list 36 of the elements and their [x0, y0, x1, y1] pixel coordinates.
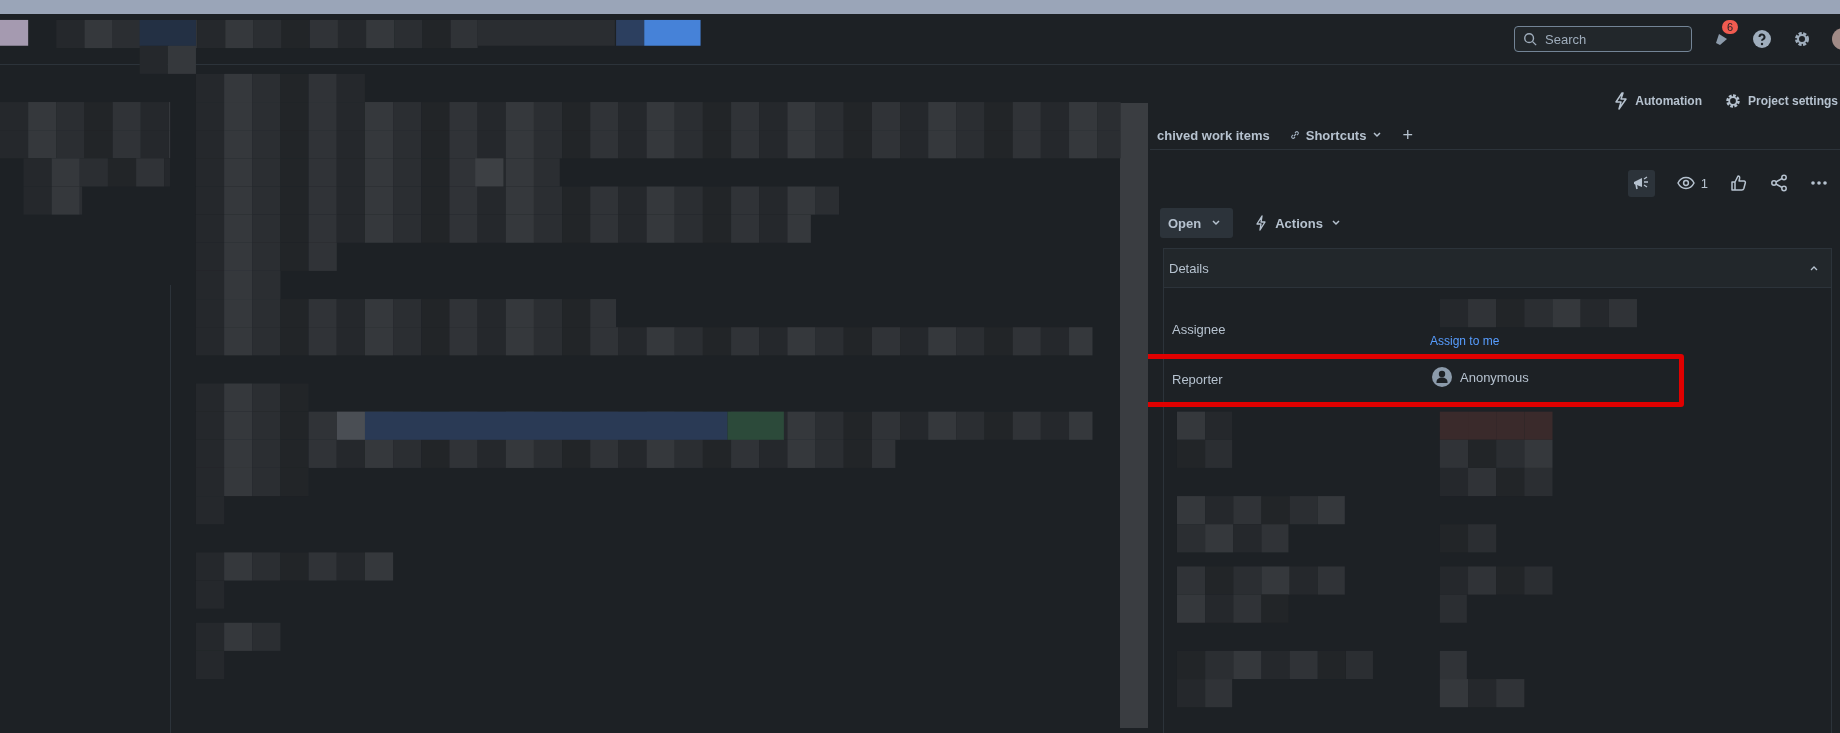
- chevron-up-icon: [1809, 264, 1819, 272]
- archived-tab[interactable]: chived work items: [1157, 121, 1270, 149]
- megaphone-icon: [1632, 175, 1651, 191]
- search-field[interactable]: Search: [1514, 26, 1692, 52]
- lightning-icon: [1255, 215, 1268, 231]
- eye-icon: [1676, 176, 1695, 190]
- details-title: Details: [1169, 260, 1209, 276]
- field-label: Assignee: [1172, 322, 1227, 337]
- avatar-icon[interactable]: [1832, 28, 1840, 50]
- watchers-button[interactable]: 1: [1676, 175, 1708, 191]
- actions-button[interactable]: Actions: [1249, 215, 1347, 231]
- share-icon[interactable]: [1770, 174, 1788, 192]
- settings-icon[interactable]: [1792, 29, 1812, 49]
- project-settings-button[interactable]: Project settings: [1723, 89, 1838, 113]
- feedback-button[interactable]: [1627, 169, 1655, 197]
- reporter-name: Anonymous: [1460, 369, 1529, 385]
- search-icon: [1523, 32, 1537, 46]
- lightning-icon: [1613, 92, 1630, 110]
- settings-icon: [1723, 92, 1742, 110]
- scrollbar[interactable]: [1120, 103, 1148, 728]
- shortcuts-tab[interactable]: Shortcuts: [1289, 121, 1383, 149]
- add-tab-button[interactable]: +: [1402, 121, 1413, 149]
- automation-button[interactable]: Automation: [1613, 89, 1702, 113]
- status-button[interactable]: Open: [1160, 208, 1234, 238]
- chevron-down-icon: [1330, 219, 1341, 227]
- user-avatar-icon: [1432, 367, 1452, 387]
- thumbs-up-icon[interactable]: [1730, 174, 1748, 192]
- notification-badge: 6: [1722, 20, 1739, 34]
- details-header[interactable]: Details: [1164, 249, 1831, 288]
- assign-to-me-link[interactable]: Assign to me: [1430, 334, 1500, 348]
- link-icon: [1289, 130, 1300, 140]
- field-label: Reporter: [1172, 372, 1224, 387]
- chevron-down-icon: [1211, 219, 1222, 227]
- help-icon[interactable]: [1752, 29, 1772, 49]
- chevron-down-icon: [1372, 131, 1383, 139]
- more-icon[interactable]: [1810, 180, 1828, 186]
